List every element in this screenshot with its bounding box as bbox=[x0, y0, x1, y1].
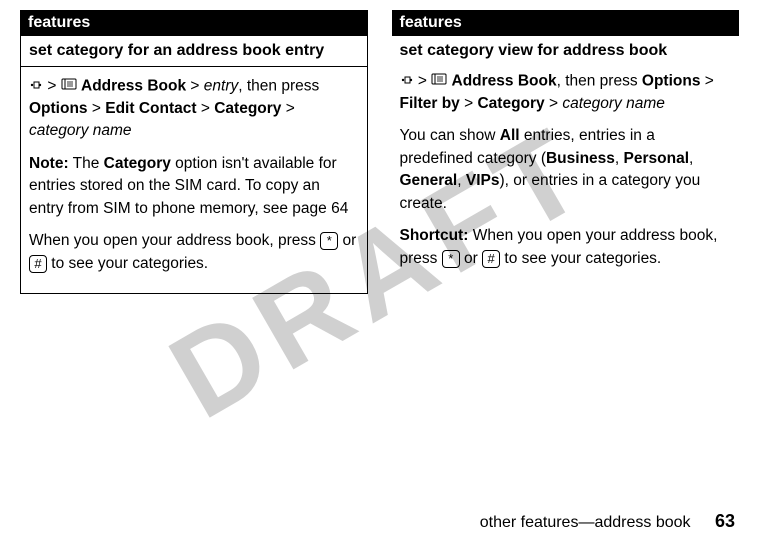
category-name-word: category name bbox=[29, 122, 132, 139]
address-book-icon bbox=[431, 70, 447, 92]
left-section-body: > Address Book > entry, then press Optio… bbox=[21, 67, 367, 293]
shortcut-mid: or bbox=[460, 250, 482, 267]
address-book-label: Address Book bbox=[452, 72, 557, 89]
right-shortcut: Shortcut: When you open your address boo… bbox=[400, 225, 732, 270]
right-para1: You can show All entries, entries in a p… bbox=[400, 125, 732, 215]
options-label: Options bbox=[29, 100, 88, 117]
comma: , bbox=[615, 150, 624, 167]
page-footer: other features—address book 63 bbox=[480, 511, 735, 532]
right-section-body: > Address Book, then press Options > Fil… bbox=[392, 62, 740, 288]
address-book-icon bbox=[61, 75, 77, 97]
sep: > bbox=[190, 77, 199, 94]
left-section: set category for an address book entry >… bbox=[20, 36, 368, 294]
left-column: features set category for an address boo… bbox=[20, 10, 368, 294]
para2-before: When you open your address book, press bbox=[29, 232, 320, 249]
category-label: Category bbox=[214, 100, 281, 117]
para2-after: to see your categories. bbox=[47, 255, 208, 272]
category-name-word: category name bbox=[562, 95, 665, 112]
general-word: General bbox=[400, 172, 458, 189]
features-header-left: features bbox=[20, 10, 368, 36]
nav-dot-icon bbox=[29, 75, 43, 97]
nav-dot-icon bbox=[400, 70, 414, 92]
all-word: All bbox=[500, 127, 520, 144]
note-label: Note: bbox=[29, 155, 69, 172]
sep: > bbox=[418, 72, 427, 89]
comma: , bbox=[689, 150, 693, 167]
filter-by-label: Filter by bbox=[400, 95, 460, 112]
options-label: Options bbox=[642, 72, 701, 89]
sep: > bbox=[201, 100, 210, 117]
shortcut-after: to see your categories. bbox=[500, 250, 661, 267]
para2-mid: or bbox=[338, 232, 356, 249]
right-nav-path: > Address Book, then press Options > Fil… bbox=[400, 70, 732, 115]
sep: > bbox=[549, 95, 558, 112]
features-header-right: features bbox=[392, 10, 740, 36]
sep: > bbox=[92, 100, 101, 117]
hash-key-icon: # bbox=[482, 250, 500, 268]
vips-word: VIPs bbox=[466, 172, 500, 189]
left-nav-path: > Address Book > entry, then press Optio… bbox=[29, 75, 359, 143]
left-note: Note: The Category option isn't availabl… bbox=[29, 153, 359, 220]
sep: > bbox=[286, 100, 295, 117]
left-section-title: set category for an address book entry bbox=[21, 36, 367, 67]
personal-word: Personal bbox=[624, 150, 689, 167]
star-key-icon: * bbox=[442, 250, 460, 268]
right-section: set category view for address book > Add… bbox=[392, 36, 740, 288]
right-column: features set category view for address b… bbox=[392, 10, 740, 294]
page-content: features set category for an address boo… bbox=[0, 0, 759, 304]
page-number: 63 bbox=[715, 511, 735, 531]
shortcut-label: Shortcut: bbox=[400, 227, 469, 244]
sep: > bbox=[464, 95, 473, 112]
right-section-title: set category view for address book bbox=[392, 36, 740, 62]
address-book-label: Address Book bbox=[81, 77, 186, 94]
category-label: Category bbox=[477, 95, 544, 112]
left-para2: When you open your address book, press *… bbox=[29, 230, 359, 275]
para1-before: You can show bbox=[400, 127, 500, 144]
hash-key-icon: # bbox=[29, 255, 47, 273]
footer-text: other features—address book bbox=[480, 514, 691, 531]
sep: > bbox=[705, 72, 714, 89]
star-key-icon: * bbox=[320, 232, 338, 250]
comma: , bbox=[457, 172, 466, 189]
sep: > bbox=[47, 77, 56, 94]
note-category-word: Category bbox=[104, 155, 171, 172]
then-press: , then press bbox=[238, 77, 319, 94]
business-word: Business bbox=[546, 150, 615, 167]
entry-word: entry bbox=[204, 77, 238, 94]
note-text-before: The bbox=[69, 155, 104, 172]
edit-contact-label: Edit Contact bbox=[105, 100, 196, 117]
then-press: , then press bbox=[557, 72, 638, 89]
